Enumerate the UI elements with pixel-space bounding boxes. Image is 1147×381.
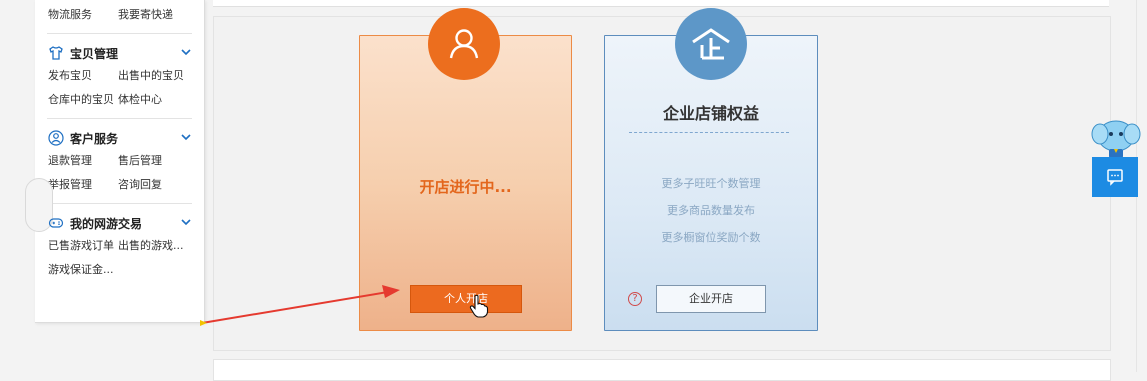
game-links: 已售游戏订单 出售的游戏... 游戏保证金... bbox=[35, 234, 204, 282]
section-goods-management[interactable]: 宝贝管理 bbox=[35, 42, 204, 64]
sidebar-link-publish[interactable]: 发布宝贝 bbox=[48, 64, 118, 88]
sidebar-link-sold-orders[interactable]: 已售游戏订单 bbox=[48, 234, 114, 258]
chat-icon bbox=[1107, 169, 1123, 186]
sidebar-link-report[interactable]: 举报管理 bbox=[48, 173, 118, 197]
sidebar-link-refund[interactable]: 退款管理 bbox=[48, 149, 118, 173]
sidebar-link-warehouse[interactable]: 仓库中的宝贝 bbox=[48, 88, 118, 112]
open-enterprise-store-button[interactable]: 企业开店 bbox=[656, 285, 766, 313]
sidebar: 物流服务 我要寄快递 宝贝管理 发布宝贝 出售中的宝贝 仓库中的宝贝 体检中心 … bbox=[25, 0, 205, 323]
sidebar-link-check-center[interactable]: 体检中心 bbox=[118, 88, 188, 112]
sidebar-link-sold-games[interactable]: 出售的游戏... bbox=[118, 234, 184, 258]
divider bbox=[47, 33, 192, 34]
top-bar bbox=[213, 0, 1109, 7]
sidebar-link-on-sale[interactable]: 出售中的宝贝 bbox=[118, 64, 188, 88]
chevron-down-icon[interactable] bbox=[180, 131, 192, 143]
sidebar-top-links: 物流服务 我要寄快递 bbox=[35, 0, 204, 27]
chevron-down-icon[interactable] bbox=[180, 46, 192, 58]
elephant-mascot-icon bbox=[1091, 120, 1141, 158]
sidebar-link-consult[interactable]: 咨询回复 bbox=[118, 173, 188, 197]
benefit-item: 更多商品数量发布 bbox=[667, 204, 755, 217]
user-circle-icon bbox=[48, 130, 64, 146]
section-title: 客户服务 bbox=[70, 131, 119, 146]
sidebar-link-deposit[interactable]: 游戏保证金... bbox=[48, 258, 114, 282]
divider bbox=[47, 203, 192, 204]
chevron-down-icon[interactable] bbox=[180, 216, 192, 228]
help-icon[interactable]: ? bbox=[628, 292, 642, 306]
service-links: 退款管理 售后管理 举报管理 咨询回复 bbox=[35, 149, 204, 197]
benefit-item: 更多子旺旺个数管理 bbox=[661, 177, 761, 190]
gamepad-icon bbox=[48, 218, 64, 228]
sidebar-link-logistics[interactable]: 物流服务 bbox=[48, 3, 118, 27]
hand-cursor-icon bbox=[469, 294, 489, 318]
store-status-text: 开店进行中... bbox=[419, 178, 512, 196]
enterprise-icon bbox=[692, 28, 730, 60]
person-icon bbox=[449, 29, 479, 59]
tshirt-icon bbox=[49, 46, 63, 60]
section-customer-service[interactable]: 客户服务 bbox=[35, 127, 204, 149]
divider bbox=[629, 132, 789, 133]
open-personal-store-button[interactable]: 个人开店 bbox=[410, 285, 522, 313]
bottom-panel bbox=[213, 359, 1111, 381]
chat-button[interactable] bbox=[1092, 157, 1138, 197]
sidebar-link-send-express[interactable]: 我要寄快递 bbox=[118, 3, 188, 27]
personal-avatar-circle bbox=[428, 8, 500, 80]
sidebar-link-after-sales[interactable]: 售后管理 bbox=[118, 149, 188, 173]
section-title: 宝贝管理 bbox=[70, 46, 119, 61]
section-title: 我的网游交易 bbox=[70, 216, 143, 231]
goods-links: 发布宝贝 出售中的宝贝 仓库中的宝贝 体检中心 bbox=[35, 64, 204, 112]
enterprise-title: 企业店铺权益 bbox=[662, 104, 759, 123]
section-game-trading[interactable]: 我的网游交易 bbox=[35, 212, 204, 234]
enterprise-icon-circle bbox=[675, 8, 747, 80]
benefit-item: 更多橱窗位奖励个数 bbox=[661, 231, 761, 244]
divider bbox=[47, 118, 192, 119]
